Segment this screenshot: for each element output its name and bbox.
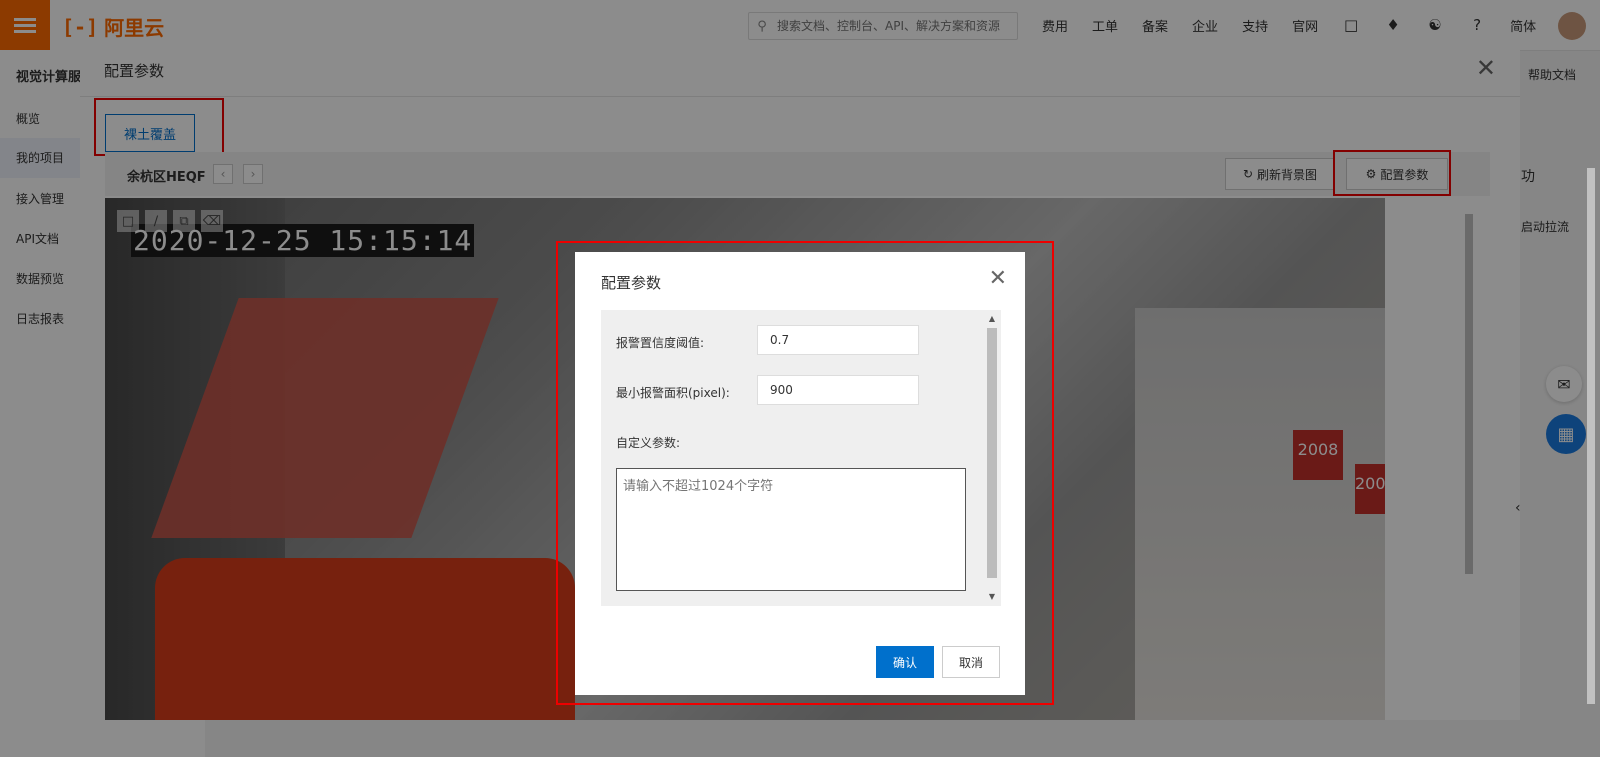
config-dialog-inner: 配置参数 ✕ 报警置信度阈值: 最小报警面积(pixel): 自定义参数: ▲ … [575, 252, 1025, 695]
dialog-scrollbar[interactable] [1585, 154, 1597, 754]
min-area-label: 最小报警面积(pixel): [616, 386, 730, 400]
custom-params-label: 自定义参数: [616, 436, 681, 450]
confirm-button[interactable]: 确认 [876, 646, 934, 678]
threshold-label: 报警置信度阈值: [616, 336, 705, 350]
cancel-button[interactable]: 取消 [942, 646, 1000, 678]
threshold-input[interactable] [757, 325, 919, 355]
form-scrollbar[interactable]: ▲ ▼ [985, 310, 999, 606]
inner-dialog-title: 配置参数 [601, 274, 662, 292]
close-icon[interactable]: ✕ [989, 268, 1007, 290]
custom-params-textarea[interactable] [616, 468, 966, 591]
min-area-input[interactable] [757, 375, 919, 405]
params-form: 报警置信度阈值: 最小报警面积(pixel): 自定义参数: ▲ ▼ [601, 310, 1001, 606]
